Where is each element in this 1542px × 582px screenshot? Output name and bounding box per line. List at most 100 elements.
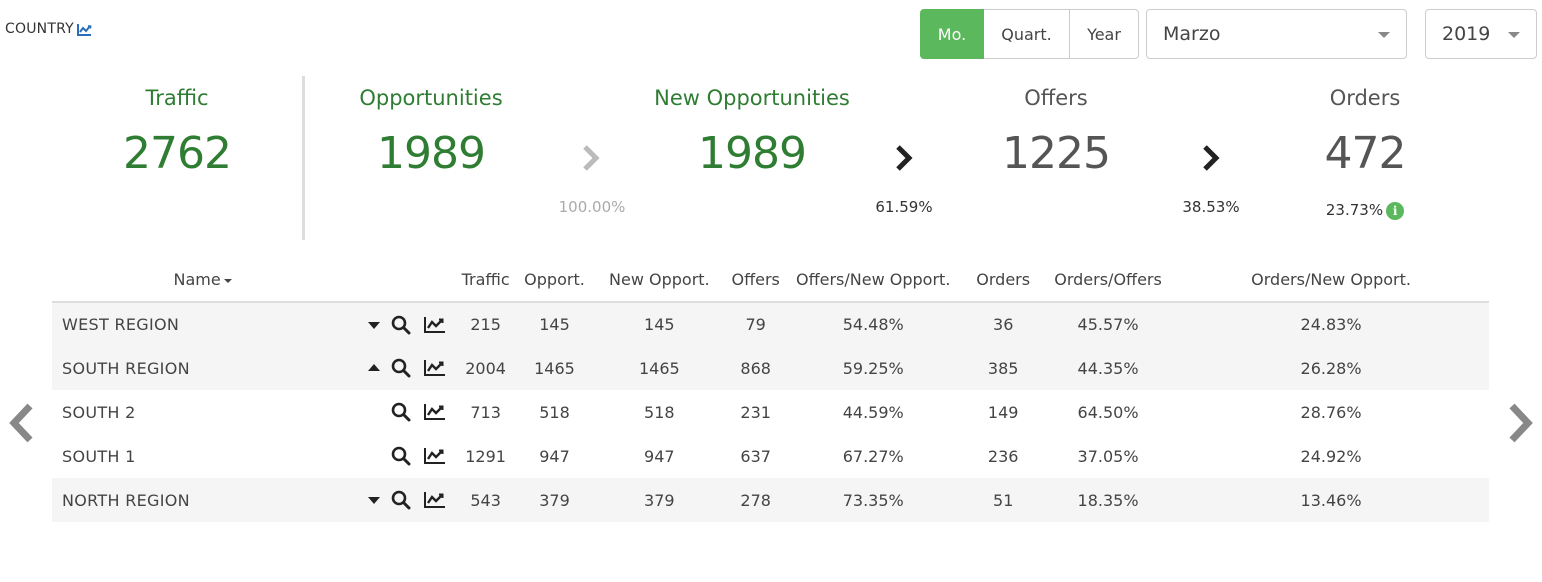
kpi-orders: Orders 472 [1295, 86, 1435, 179]
column-header-offers-new-opport[interactable]: Offers/New Opport. [783, 258, 964, 303]
table-row[interactable]: WEST REGION 215 145 145 79 54.48% 36 45.57% 24.8… [52, 302, 1489, 346]
orders-offers-cell: 64.50% [1077, 402, 1139, 422]
kpi-offers-title: Offers [1024, 86, 1088, 110]
traffic-cell: 543 [452, 478, 519, 522]
search-icon[interactable] [391, 446, 413, 466]
search-icon[interactable] [391, 358, 413, 378]
regions-table: Name Traffic Opport. New Opport. Offers … [52, 258, 1489, 522]
table-row[interactable]: SOUTH 1 1291 947 947 637 67.27% 236 37.05% 24.92… [52, 434, 1489, 478]
line-chart-icon[interactable] [423, 490, 447, 510]
search-icon[interactable] [391, 490, 413, 510]
line-chart-icon[interactable] [423, 402, 447, 422]
row-actions [353, 390, 452, 434]
kpi-opportunities-title: Opportunities [359, 86, 503, 110]
new-opport-cell: 947 [644, 446, 675, 466]
column-header-orders-new-opport[interactable]: Orders/New Opport. [1173, 258, 1489, 303]
column-header-orders-offers[interactable]: Orders/Offers [1042, 258, 1174, 303]
kpi-traffic-title: Traffic [145, 86, 209, 110]
orders-cell: 36 [963, 302, 1043, 346]
opport-cell: 145 [518, 302, 591, 346]
search-icon[interactable] [391, 315, 413, 335]
kpi-traffic-value: 2762 [123, 128, 232, 179]
traffic-cell: 713 [470, 402, 501, 422]
new-opport-cell: 145 [590, 302, 729, 346]
offers-cell: 278 [728, 478, 783, 522]
kpi-new-opportunities-value: 1989 [698, 128, 807, 179]
row-actions [353, 346, 453, 390]
table-row[interactable]: NORTH REGION 543 379 379 278 73.35% 51 18.35% 13… [52, 478, 1489, 522]
year-select[interactable]: 2019 [1425, 9, 1537, 59]
region-name-cell: SOUTH 1 [62, 446, 136, 466]
orders-rate-value: 23.73% [1325, 201, 1384, 219]
next-arrow-icon[interactable] [1506, 402, 1536, 444]
region-name-cell: SOUTH REGION [52, 346, 354, 390]
offers-new-opport-cell: 54.48% [783, 302, 964, 346]
column-header-actions [353, 258, 453, 303]
new-opport-cell: 379 [590, 478, 729, 522]
kpi-offers: Offers 1225 [986, 86, 1126, 179]
period-quarter-button[interactable]: Quart. [984, 9, 1070, 59]
offers-new-opport-cell: 44.59% [842, 402, 904, 422]
month-select[interactable]: Marzo [1146, 9, 1407, 59]
row-actions [353, 434, 452, 478]
opport-cell: 518 [539, 402, 570, 422]
previous-arrow-icon[interactable] [6, 402, 36, 444]
traffic-cell: 2004 [452, 346, 519, 390]
chevron-down-icon [1378, 32, 1390, 38]
orders-offers-cell: 18.35% [1042, 478, 1174, 522]
orders-new-opport-cell: 26.28% [1173, 346, 1489, 390]
orders-cell: 51 [963, 478, 1043, 522]
opport-cell: 1465 [518, 346, 591, 390]
column-header-name-label: Name [173, 270, 221, 289]
period-month-button[interactable]: Mo. [920, 9, 984, 59]
traffic-cell: 1291 [465, 446, 506, 466]
country-label[interactable]: COUNTRY [5, 21, 92, 37]
kpi-opportunities-value: 1989 [377, 128, 486, 179]
period-year-button[interactable]: Year [1070, 9, 1139, 59]
line-chart-icon[interactable] [423, 446, 447, 466]
orders-cell: 236 [987, 446, 1019, 466]
column-header-offers[interactable]: Offers [728, 258, 783, 303]
column-header-traffic[interactable]: Traffic [452, 258, 519, 303]
expand-caret-icon[interactable] [367, 490, 381, 510]
column-header-orders[interactable]: Orders [963, 258, 1043, 303]
orders-new-opport-cell: 24.83% [1173, 302, 1489, 346]
orders-offers-cell: 45.57% [1042, 302, 1174, 346]
chevron-down-icon [1508, 32, 1520, 38]
column-header-new-opport[interactable]: New Opport. [590, 258, 729, 303]
line-chart-icon[interactable] [423, 315, 447, 335]
info-icon[interactable]: i [1386, 201, 1405, 220]
year-select-value: 2019 [1442, 23, 1491, 45]
chevron-right-icon [896, 145, 913, 171]
table-row[interactable]: SOUTH 2 713 518 518 231 44.59% 149 64.50% 28.76% [52, 390, 1489, 434]
table-header-row: Name Traffic Opport. New Opport. Offers … [52, 258, 1489, 303]
orders-new-opport-cell: 13.46% [1173, 478, 1489, 522]
traffic-cell: 215 [452, 302, 519, 346]
opport-cell: 379 [518, 478, 591, 522]
kpi-orders-title: Orders [1329, 86, 1401, 110]
kpi-traffic: Traffic 2762 [97, 86, 257, 179]
region-name-cell: NORTH REGION [52, 478, 354, 522]
orders-cell: 149 [987, 402, 1019, 422]
column-header-name[interactable]: Name [52, 258, 354, 303]
offers-cell: 79 [728, 302, 783, 346]
search-icon[interactable] [391, 402, 413, 422]
chevron-right-icon [1203, 145, 1220, 171]
offers-new-opport-cell: 73.35% [783, 478, 964, 522]
toggle-placeholder [367, 402, 381, 422]
collapse-caret-icon[interactable] [367, 358, 381, 378]
orders-new-opport-cell: 28.76% [1300, 402, 1362, 422]
column-header-opport[interactable]: Opport. [518, 258, 591, 303]
month-select-value: Marzo [1163, 23, 1221, 45]
offers-cell: 231 [740, 402, 771, 422]
line-chart-icon[interactable] [423, 358, 447, 378]
row-actions [353, 478, 453, 522]
table-row[interactable]: SOUTH REGION 2004 1465 1465 868 59.25% 385 44.3… [52, 346, 1489, 390]
expand-caret-icon[interactable] [367, 315, 381, 335]
offers-cell: 637 [740, 446, 771, 466]
toggle-placeholder [367, 446, 381, 466]
new-opport-cell: 1465 [590, 346, 729, 390]
country-text: COUNTRY [5, 21, 74, 37]
sort-caret-icon [223, 278, 232, 283]
conversion-opp-to-new: 100.00% [558, 198, 626, 216]
